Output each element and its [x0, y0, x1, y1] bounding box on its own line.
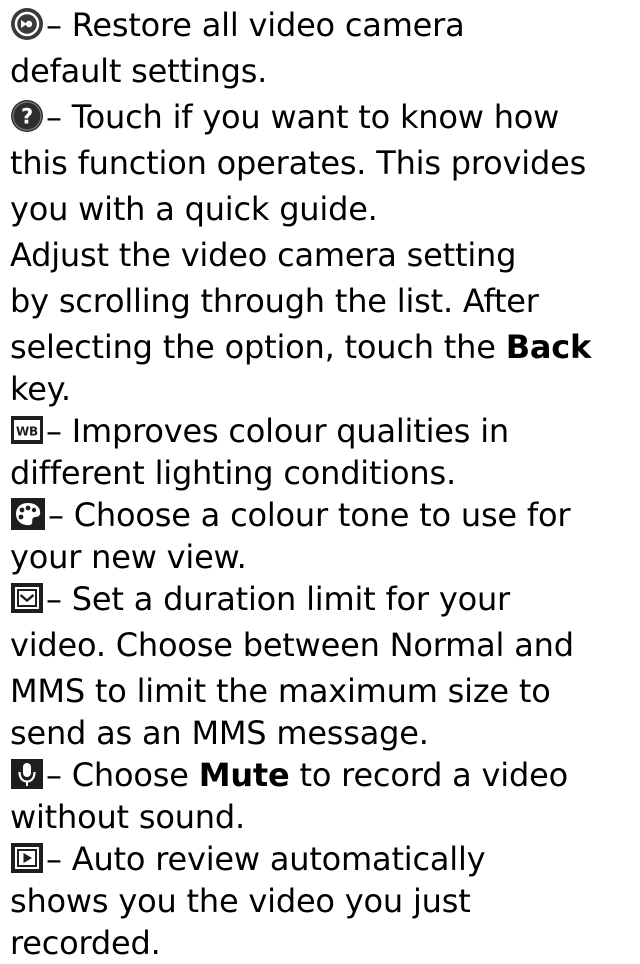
help-icon: ?	[10, 99, 44, 133]
duration-text-3: MMS to limit the maximum size to	[10, 672, 551, 710]
colour-effect-row: – Choose a colour tone to use for	[10, 494, 570, 536]
restore-icon	[10, 7, 44, 41]
audio-text-1-post: to record a video	[289, 756, 568, 794]
adjust-text-2: by scrolling through the list. After	[10, 282, 539, 320]
restore-row: – Restore all video camera	[10, 4, 465, 46]
white-balance-icon: WB	[10, 415, 44, 445]
colour-effect-text-1: – Choose a colour tone to use for	[48, 496, 571, 534]
colour-effect-text-2: your new view.	[10, 538, 247, 576]
duration-text-1: – Set a duration limit for your	[46, 580, 510, 618]
help-text-2: this function operates. This provides	[10, 144, 587, 182]
white-balance-icon-text: WB	[16, 425, 38, 439]
adjust-text-1: Adjust the video camera setting	[10, 236, 517, 274]
duration-row: – Set a duration limit for your	[10, 578, 510, 620]
duration-text-4: send as an MMS message.	[10, 714, 429, 752]
mute-label: Mute	[198, 756, 290, 794]
auto-review-text-1: – Auto review automatically	[46, 840, 486, 878]
svg-text:?: ?	[21, 105, 33, 129]
adjust-text-3-pre: selecting the option, touch the	[10, 328, 506, 366]
auto-review-text-3: recorded.	[10, 924, 161, 962]
restore-text-2: default settings.	[10, 52, 268, 90]
duration-text-2: video. Choose between Normal and	[10, 626, 574, 664]
white-balance-row: WB – Improves colour qualities in	[10, 410, 509, 452]
duration-limit-icon	[10, 582, 44, 614]
audio-text-1-pre: – Choose	[46, 756, 199, 794]
help-text-1: – Touch if you want to know how	[46, 98, 560, 136]
auto-review-text-2: shows you the video you just	[10, 882, 471, 920]
audio-text-2: without sound.	[10, 798, 245, 836]
auto-review-icon	[10, 842, 44, 874]
microphone-icon	[10, 758, 44, 790]
restore-text-1: – Restore all video camera	[46, 6, 465, 44]
white-balance-text-2: different lighting conditions.	[10, 454, 456, 492]
adjust-text-3: selecting the option, touch the Back	[10, 326, 591, 368]
auto-review-row: – Auto review automatically	[10, 838, 486, 880]
back-key-label: Back	[505, 328, 592, 366]
help-row: ? – Touch if you want to know how	[10, 96, 559, 138]
white-balance-text-1: – Improves colour qualities in	[46, 412, 509, 450]
help-text-3: you with a quick guide.	[10, 190, 378, 228]
colour-palette-icon	[10, 497, 46, 531]
audio-row: – Choose Mute to record a video	[10, 754, 568, 796]
adjust-text-4: key.	[10, 370, 71, 408]
